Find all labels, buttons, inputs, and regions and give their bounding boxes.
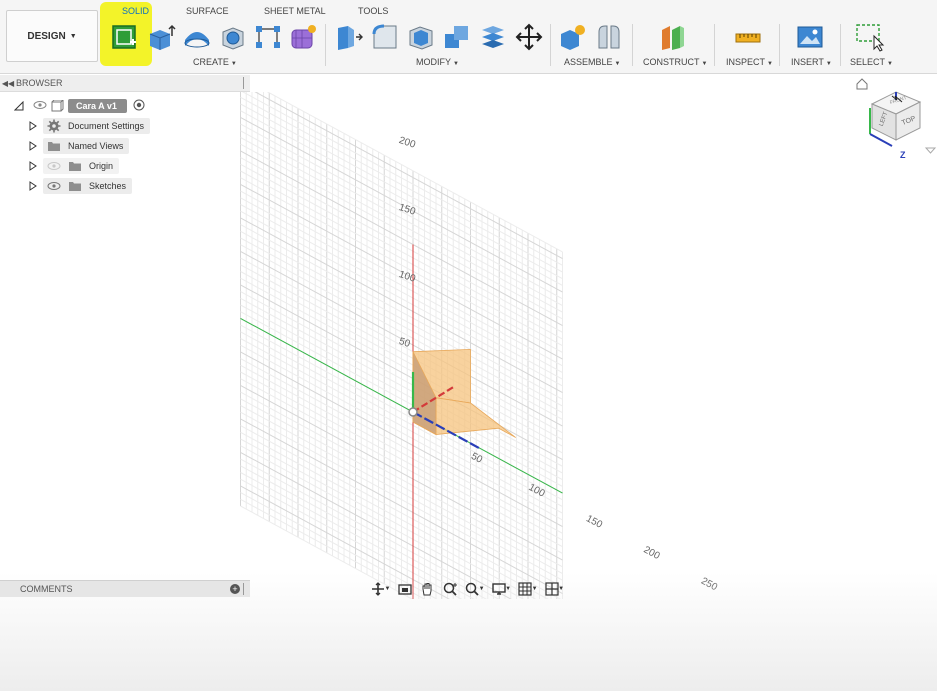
grid-label-horizontal: 100: [527, 482, 547, 500]
grid-label-vertical: 200: [397, 135, 417, 151]
group-construct[interactable]: CONSTRUCT ▼: [643, 57, 707, 67]
offset-plane-icon[interactable]: [658, 22, 688, 52]
separator: [714, 24, 715, 66]
view-cube-menu-icon[interactable]: [924, 147, 937, 154]
new-component-icon[interactable]: [558, 22, 588, 52]
folder-icon: [67, 159, 83, 173]
group-modify[interactable]: MODIFY ▼: [416, 57, 459, 67]
model-grid[interactable]: 2502001501005050100150200250: [0, 92, 937, 599]
viewport-canvas[interactable]: 2502001501005050100150200250: [0, 92, 937, 691]
extrude-icon[interactable]: [146, 22, 176, 52]
separator: [840, 24, 841, 66]
panel-grip[interactable]: [243, 583, 247, 595]
press-pull-icon[interactable]: [334, 22, 364, 52]
workspace-label: DESIGN: [27, 30, 66, 42]
group-inspect[interactable]: INSPECT ▼: [726, 57, 773, 67]
workspace-switcher[interactable]: DESIGN ▼: [6, 10, 98, 62]
eye-icon[interactable]: [46, 179, 62, 193]
pan-icon[interactable]: [417, 580, 438, 598]
browser-item-label: Origin: [89, 161, 114, 171]
browser-item-sketches[interactable]: Sketches: [29, 178, 133, 194]
folder-icon: [46, 139, 62, 153]
hole-icon[interactable]: [218, 22, 248, 52]
eye-icon[interactable]: [33, 100, 47, 113]
chevron-down-icon[interactable]: ▼: [505, 586, 511, 592]
add-comment-icon[interactable]: +: [230, 584, 240, 594]
eye-hidden-icon[interactable]: [46, 159, 62, 173]
group-create[interactable]: CREATE ▼: [193, 57, 237, 67]
measure-icon[interactable]: [733, 22, 763, 52]
browser-item-named-views[interactable]: Named Views: [29, 138, 130, 154]
insert-image-icon[interactable]: [795, 22, 825, 52]
separator: [779, 24, 780, 66]
comments-title: COMMENTS: [20, 584, 73, 594]
browser-root-row[interactable]: Cara A v1: [14, 98, 145, 114]
folder-icon: [67, 179, 83, 193]
separator: [325, 24, 326, 66]
joint-icon[interactable]: [594, 22, 624, 52]
chevron-down-icon: ▼: [69, 32, 77, 40]
browser-item-origin[interactable]: Origin: [29, 158, 120, 174]
navigation-bar: ▼ ▼ ▼ ▼ ▼: [368, 579, 568, 599]
fillet-icon[interactable]: [370, 22, 400, 52]
browser-item-document-settings[interactable]: Document Settings: [29, 118, 151, 134]
root-component-label[interactable]: Cara A v1: [68, 99, 127, 113]
grid-label-vertical: 50: [397, 336, 411, 350]
home-icon[interactable]: [856, 78, 868, 90]
activate-radio-icon[interactable]: [133, 99, 145, 114]
chevron-down-icon[interactable]: ▼: [558, 586, 564, 592]
toolbar: DESIGN ▼ SOLID SURFACE SHEET METAL TOOLS…: [0, 0, 937, 74]
chevron-down-icon[interactable]: ▼: [479, 586, 485, 592]
tab-surface[interactable]: SURFACE: [186, 6, 229, 16]
grid-label-horizontal: 250: [699, 576, 719, 594]
expand-triangle-icon[interactable]: [29, 121, 37, 131]
tab-tools[interactable]: TOOLS: [358, 6, 388, 16]
browser-item-label: Document Settings: [68, 121, 145, 131]
separator: [550, 24, 551, 66]
browser-header[interactable]: ◀◀ BROWSER: [0, 75, 250, 92]
window-select-icon[interactable]: [855, 22, 885, 52]
zoom-icon[interactable]: [440, 580, 461, 598]
create-sketch-icon[interactable]: [110, 22, 140, 52]
look-at-icon[interactable]: [394, 580, 415, 598]
separator: [632, 24, 633, 66]
expand-triangle-icon[interactable]: [29, 141, 37, 151]
origin-point: [408, 407, 418, 417]
form-icon[interactable]: [288, 22, 318, 52]
comments-panel[interactable]: COMMENTS +: [0, 580, 250, 597]
align-icon[interactable]: [478, 22, 508, 52]
component-icon: [50, 98, 65, 112]
grid-label-horizontal: 150: [584, 513, 604, 531]
view-cube-axis-label: Z: [900, 150, 906, 160]
browser-item-label: Sketches: [89, 181, 127, 191]
panel-grip[interactable]: [243, 77, 247, 89]
grid-label-horizontal: 200: [642, 544, 662, 562]
group-select[interactable]: SELECT ▼: [850, 57, 893, 67]
tab-solid[interactable]: SOLID: [122, 6, 149, 16]
shell-icon[interactable]: [406, 22, 436, 52]
move-icon[interactable]: [514, 22, 544, 52]
revolve-icon[interactable]: [182, 22, 212, 52]
combine-icon[interactable]: [442, 22, 472, 52]
collapse-triangle-icon[interactable]: [14, 101, 24, 111]
chevron-down-icon[interactable]: ▼: [385, 586, 391, 592]
view-cube[interactable]: TOP LEFT FRONT Z: [852, 78, 937, 164]
expand-triangle-icon[interactable]: [29, 161, 37, 171]
chevron-down-icon[interactable]: ▼: [532, 586, 538, 592]
group-insert[interactable]: INSERT ▼: [791, 57, 832, 67]
tab-sheet-metal[interactable]: SHEET METAL: [264, 6, 326, 16]
group-assemble[interactable]: ASSEMBLE ▼: [564, 57, 620, 67]
gear-icon: [46, 119, 62, 133]
browser-title: BROWSER: [16, 78, 63, 88]
browser-item-label: Named Views: [68, 141, 124, 151]
collapse-panel-icon[interactable]: ◀◀: [0, 79, 16, 88]
pattern-icon[interactable]: [253, 22, 283, 52]
expand-triangle-icon[interactable]: [29, 181, 37, 191]
